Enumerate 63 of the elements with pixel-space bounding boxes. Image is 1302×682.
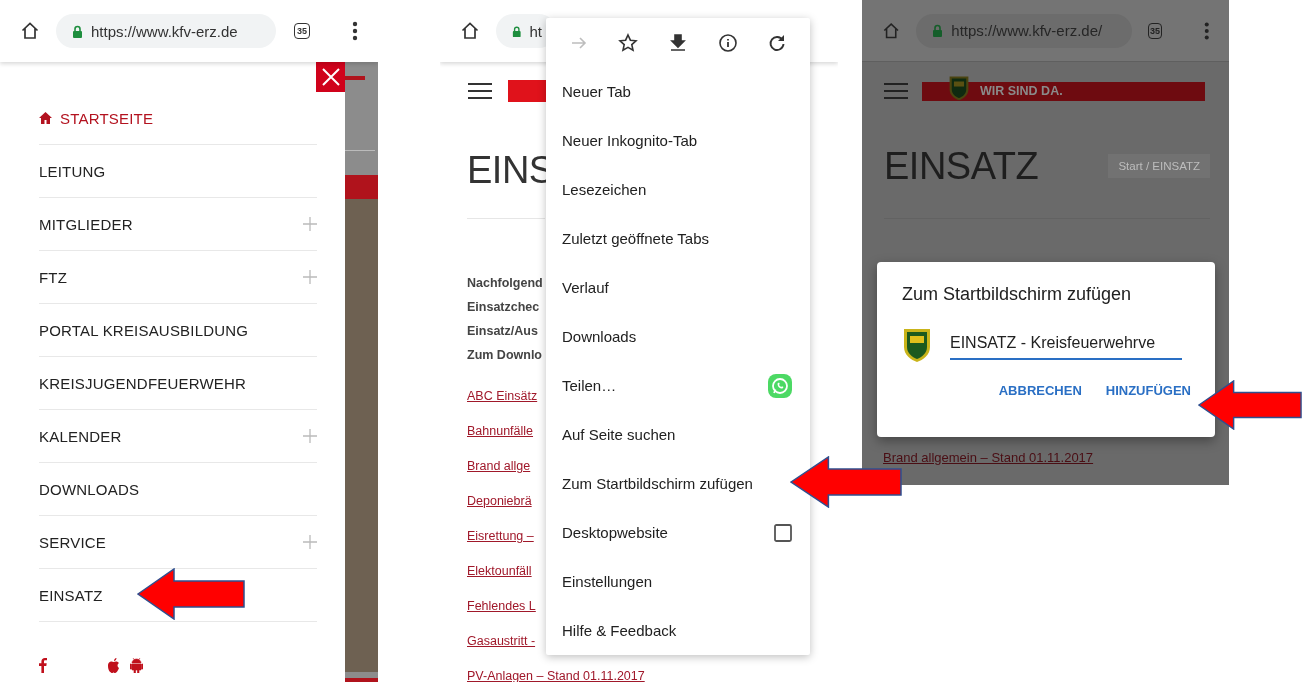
shield-icon: [948, 75, 970, 101]
download-link[interactable]: Eisrettung –: [467, 519, 534, 554]
download-link[interactable]: Bahnunfälle: [467, 414, 534, 449]
menu-item[interactable]: Neuer Tab: [546, 67, 810, 116]
lock-icon: [932, 24, 944, 37]
dialog-title: Zum Startbildschirm zufügen: [902, 284, 1133, 305]
menu-item[interactable]: Teilen…: [546, 361, 810, 410]
nav-link[interactable]: MITGLIEDER: [39, 215, 133, 233]
menu-item[interactable]: Verlauf: [546, 263, 810, 312]
download-icon[interactable]: [668, 32, 688, 53]
menu-item[interactable]: Hilfe & Feedback: [546, 606, 810, 655]
menu-item[interactable]: Einstellungen: [546, 557, 810, 606]
home-icon[interactable]: [20, 21, 40, 41]
menu-item[interactable]: Lesezeichen: [546, 165, 810, 214]
download-link[interactable]: Deponiebrä: [467, 484, 532, 519]
menu-item[interactable]: Neuer Inkognito-Tab: [546, 116, 810, 165]
checkbox[interactable]: [774, 523, 792, 542]
lock-icon: [512, 24, 522, 38]
info-icon[interactable]: [717, 32, 738, 53]
lock-icon: [72, 24, 83, 38]
menu-item[interactable]: Zuletzt geöffnete Tabs: [546, 214, 810, 263]
logo-text: WIR SIND DA.: [980, 84, 1063, 98]
menu-item[interactable]: Downloads: [546, 312, 810, 361]
download-link[interactable]: PV-Anlagen – Stand 01.11.2017: [467, 659, 645, 682]
nav-link[interactable]: EINSATZ: [39, 586, 103, 604]
facebook-icon[interactable]: [39, 658, 47, 673]
house-icon: [39, 112, 52, 124]
nav-link[interactable]: DOWNLOADS: [39, 480, 140, 498]
page-title: EINSATZ: [884, 144, 1039, 188]
nav-link[interactable]: FTZ: [39, 268, 68, 286]
tab-count-button[interactable]: 35: [294, 23, 310, 39]
menu-item[interactable]: Auf Seite suchen: [546, 410, 810, 459]
logo-banner: [508, 80, 546, 102]
nav-link[interactable]: PORTAL KREISAUSBILDUNG: [39, 321, 249, 339]
close-button[interactable]: [316, 62, 345, 92]
star-icon[interactable]: [618, 32, 639, 53]
nav-link[interactable]: STARTSEITE: [39, 109, 154, 127]
intro-text: Einsatzchec: [467, 299, 540, 316]
intro-text: Zum Downlo: [467, 347, 542, 364]
intro-text: Einsatz/Aus: [467, 323, 538, 340]
close-icon: [321, 68, 340, 86]
download-link[interactable]: Gasaustritt -: [467, 624, 536, 659]
nav-link[interactable]: KREISJUGENDFEUERWEHR: [39, 374, 247, 392]
android-icon[interactable]: [130, 658, 143, 673]
download-link[interactable]: Fehlendes L: [467, 589, 536, 624]
download-link[interactable]: ABC Einsätz: [467, 379, 538, 414]
nav-link[interactable]: LEITUNG: [39, 162, 106, 180]
download-link[interactable]: Elektounfäll: [467, 554, 532, 589]
download-link[interactable]: Brand allge: [467, 449, 531, 484]
address-bar[interactable]: https://www.kfv-erz.de: [56, 14, 276, 48]
home-icon[interactable]: [460, 21, 480, 41]
dialog-button[interactable]: HINZUFÜGEN: [1105, 379, 1191, 402]
menu-item[interactable]: Zum Startbildschirm zufügen: [546, 459, 810, 508]
shield-icon: [902, 327, 932, 363]
nav-link[interactable]: SERVICE: [39, 533, 106, 551]
dialog-button[interactable]: ABBRECHEN: [998, 379, 1082, 402]
intro-text: Nachfolgend: [467, 275, 543, 292]
shortcut-name-input-field[interactable]: EINSATZ - Kreisfeuerwehrve: [950, 330, 1182, 360]
menu-icon[interactable]: [468, 82, 492, 100]
more-menu-icon[interactable]: [352, 21, 358, 41]
menu-item[interactable]: Desktopwebsite: [546, 508, 810, 557]
apple-icon[interactable]: [107, 658, 120, 673]
nav-link[interactable]: KALENDER: [39, 427, 122, 445]
